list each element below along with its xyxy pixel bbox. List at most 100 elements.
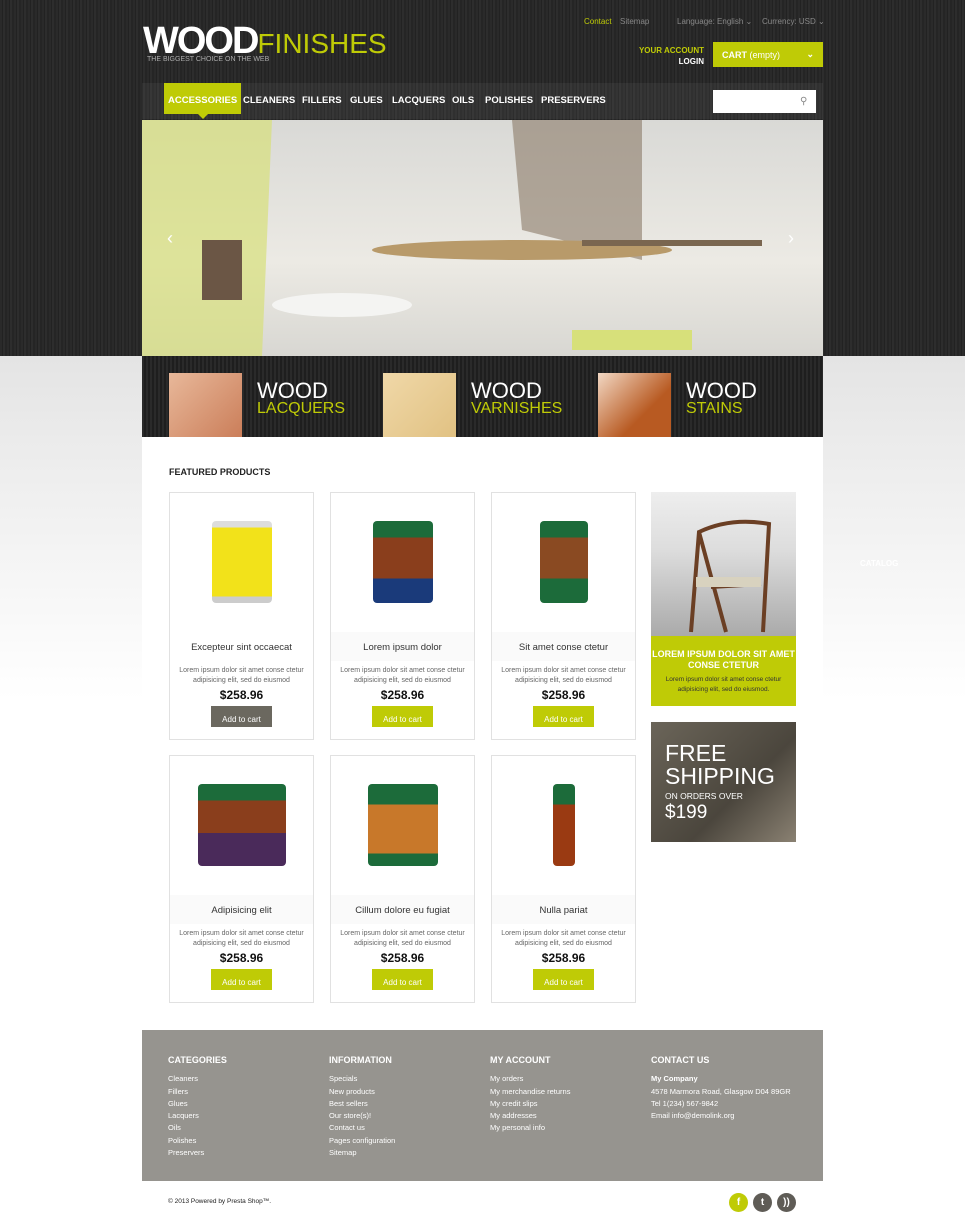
product-price: $258.96 xyxy=(541,688,586,702)
nav-cleaners[interactable]: CLEANERS xyxy=(239,83,299,114)
footer-link[interactable]: Pages configuration xyxy=(329,1135,395,1147)
stains-image xyxy=(598,373,671,446)
contact-link[interactable]: Contact xyxy=(584,17,612,26)
address: 4578 Marmora Road, Glasgow D04 89GR xyxy=(651,1086,791,1096)
product-image xyxy=(368,784,438,866)
product-desc: Lorem ipsum dolor sit amet conse ctetur … xyxy=(340,930,465,947)
login-link[interactable]: LOGIN xyxy=(620,56,704,67)
copyright: © 2013 Powered by Presta Shop™. xyxy=(168,1198,272,1205)
product-name[interactable]: Sit amet conse ctetur xyxy=(492,632,635,661)
footer-link[interactable]: Fillers xyxy=(168,1086,227,1098)
product-card[interactable]: Excepteur sint occaecat Lorem ipsum dolor… xyxy=(169,492,314,740)
product-name[interactable]: Excepteur sint occaecat xyxy=(170,632,313,661)
product-price: $258.96 xyxy=(219,951,264,965)
add-to-cart-button[interactable]: Add to cart xyxy=(372,706,433,727)
chevron-down-icon: ⌄ xyxy=(806,49,814,59)
nav-preservers[interactable]: PRESERVERS xyxy=(537,83,610,114)
rss-icon[interactable]: )) xyxy=(777,1193,796,1212)
nav-glues[interactable]: GLUES xyxy=(346,83,387,114)
search-icon[interactable]: ⚲ xyxy=(800,96,807,107)
product-desc: Lorem ipsum dolor sit amet conse ctetur … xyxy=(501,667,626,684)
footer-link[interactable]: My personal info xyxy=(490,1122,570,1134)
add-to-cart-button[interactable]: Add to cart xyxy=(533,706,594,727)
language-select[interactable]: Language: English ⌄ xyxy=(677,17,752,26)
product-name[interactable]: Nulla pariat xyxy=(492,895,635,924)
footer-link[interactable]: Polishes xyxy=(168,1135,227,1147)
add-to-cart-button[interactable]: Add to cart xyxy=(211,969,272,990)
product-price: $258.96 xyxy=(380,951,425,965)
nav-oils[interactable]: OILS xyxy=(448,83,478,114)
footer-link[interactable]: My orders xyxy=(490,1073,570,1085)
product-image xyxy=(540,521,588,603)
product-name[interactable]: Lorem ipsum dolor xyxy=(331,632,474,661)
product-image xyxy=(212,521,272,603)
product-name[interactable]: Cillum dolore eu fugiat xyxy=(331,895,474,924)
slider-next-arrow[interactable]: › xyxy=(788,228,794,249)
footer-link[interactable]: Best sellers xyxy=(329,1098,395,1110)
footer-link[interactable]: New products xyxy=(329,1086,395,1098)
footer-link[interactable]: Specials xyxy=(329,1073,395,1085)
product-card[interactable]: Nulla pariat Lorem ipsum dolor sit amet c… xyxy=(491,755,636,1003)
catalog-label: CATALOG xyxy=(860,559,899,568)
footer-heading: INFORMATION xyxy=(329,1055,392,1065)
footer-heading: CONTACT US xyxy=(651,1055,710,1065)
product-card[interactable]: Lorem ipsum dolor Lorem ipsum dolor sit a… xyxy=(330,492,475,740)
footer-link[interactable]: My addresses xyxy=(490,1110,570,1122)
nav-fillers[interactable]: FILLERS xyxy=(298,83,346,114)
footer-link[interactable]: Preservers xyxy=(168,1147,227,1159)
phone: Tel 1(234) 567-9842 xyxy=(651,1098,719,1108)
add-to-cart-button[interactable]: Add to cart xyxy=(372,969,433,990)
category-sub: VARNISHES xyxy=(471,400,563,417)
footer-link[interactable]: Sitemap xyxy=(329,1147,395,1159)
free-shipping-banner[interactable]: FREE SHIPPING ON ORDERS OVER $199 xyxy=(651,722,796,842)
twitter-icon[interactable]: t xyxy=(753,1193,772,1212)
nav-accessories[interactable]: ACCESSORIES xyxy=(164,83,242,119)
product-image xyxy=(553,784,575,866)
your-account-link[interactable]: YOUR ACCOUNT xyxy=(620,45,704,56)
add-to-cart-button[interactable]: Add to cart xyxy=(211,706,272,727)
nav-polishes[interactable]: POLISHES xyxy=(481,83,537,114)
slider-prev-arrow[interactable]: ‹ xyxy=(167,228,173,249)
promo-banner[interactable]: LOREM IPSUM DOLOR SIT AMET CONSE CTETUR L… xyxy=(651,492,796,706)
product-price: $258.96 xyxy=(380,688,425,702)
footer-link[interactable]: Contact us xyxy=(329,1122,395,1134)
category-sub: STAINS xyxy=(686,400,743,417)
product-image xyxy=(198,784,286,866)
facebook-icon[interactable]: f xyxy=(729,1193,748,1212)
shipping-line1: FREE xyxy=(665,740,727,766)
footer-link[interactable]: Oils xyxy=(168,1122,227,1134)
footer-heading: CATEGORIES xyxy=(168,1055,227,1065)
footer-contact: CONTACT US My Company 4578 Marmora Road, … xyxy=(651,1054,791,1122)
product-card[interactable]: Sit amet conse ctetur Lorem ipsum dolor s… xyxy=(491,492,636,740)
sitemap-link[interactable]: Sitemap xyxy=(620,17,649,26)
product-price: $258.96 xyxy=(541,951,586,965)
tagline: THE BIGGEST CHOICE ON THE WEB xyxy=(147,56,270,63)
footer-link[interactable]: Lacquers xyxy=(168,1110,227,1122)
footer-link[interactable]: Glues xyxy=(168,1098,227,1110)
varnishes-image xyxy=(383,373,456,446)
promo-text: Lorem ipsum dolor sit amet conse ctetur … xyxy=(665,676,782,693)
currency-select[interactable]: Currency: USD ⌄ xyxy=(762,17,825,26)
company-name: My Company xyxy=(651,1074,698,1084)
footer-link[interactable]: Our store(s)! xyxy=(329,1110,395,1122)
cart-button[interactable]: CART (empty) ⌄ xyxy=(713,42,823,67)
product-desc: Lorem ipsum dolor sit amet conse ctetur … xyxy=(501,930,626,947)
footer-link[interactable]: My credit slips xyxy=(490,1098,570,1110)
category-sub: LACQUERS xyxy=(257,400,346,417)
add-to-cart-button[interactable]: Add to cart xyxy=(533,969,594,990)
shipping-amount: $199 xyxy=(665,802,708,823)
footer-link[interactable]: My merchandise returns xyxy=(490,1086,570,1098)
email[interactable]: Email info@demolink.org xyxy=(651,1110,791,1122)
footer-heading: MY ACCOUNT xyxy=(490,1055,551,1065)
nav-lacquers[interactable]: LACQUERS xyxy=(388,83,449,114)
product-desc: Lorem ipsum dolor sit amet conse ctetur … xyxy=(179,667,304,684)
hero-slider[interactable] xyxy=(142,120,823,356)
product-card[interactable]: Cillum dolore eu fugiat Lorem ipsum dolor… xyxy=(330,755,475,1003)
lacquers-image xyxy=(169,373,242,446)
cart-status: (empty) xyxy=(749,50,781,60)
footer-categories: CATEGORIES Cleaners Fillers Glues Lacquers O… xyxy=(168,1054,227,1159)
featured-products-title: FEATURED PRODUCTS xyxy=(169,467,271,477)
footer-link[interactable]: Cleaners xyxy=(168,1073,227,1085)
product-name[interactable]: Adipisicing elit xyxy=(170,895,313,924)
product-card[interactable]: Adipisicing elit Lorem ipsum dolor sit am… xyxy=(169,755,314,1003)
